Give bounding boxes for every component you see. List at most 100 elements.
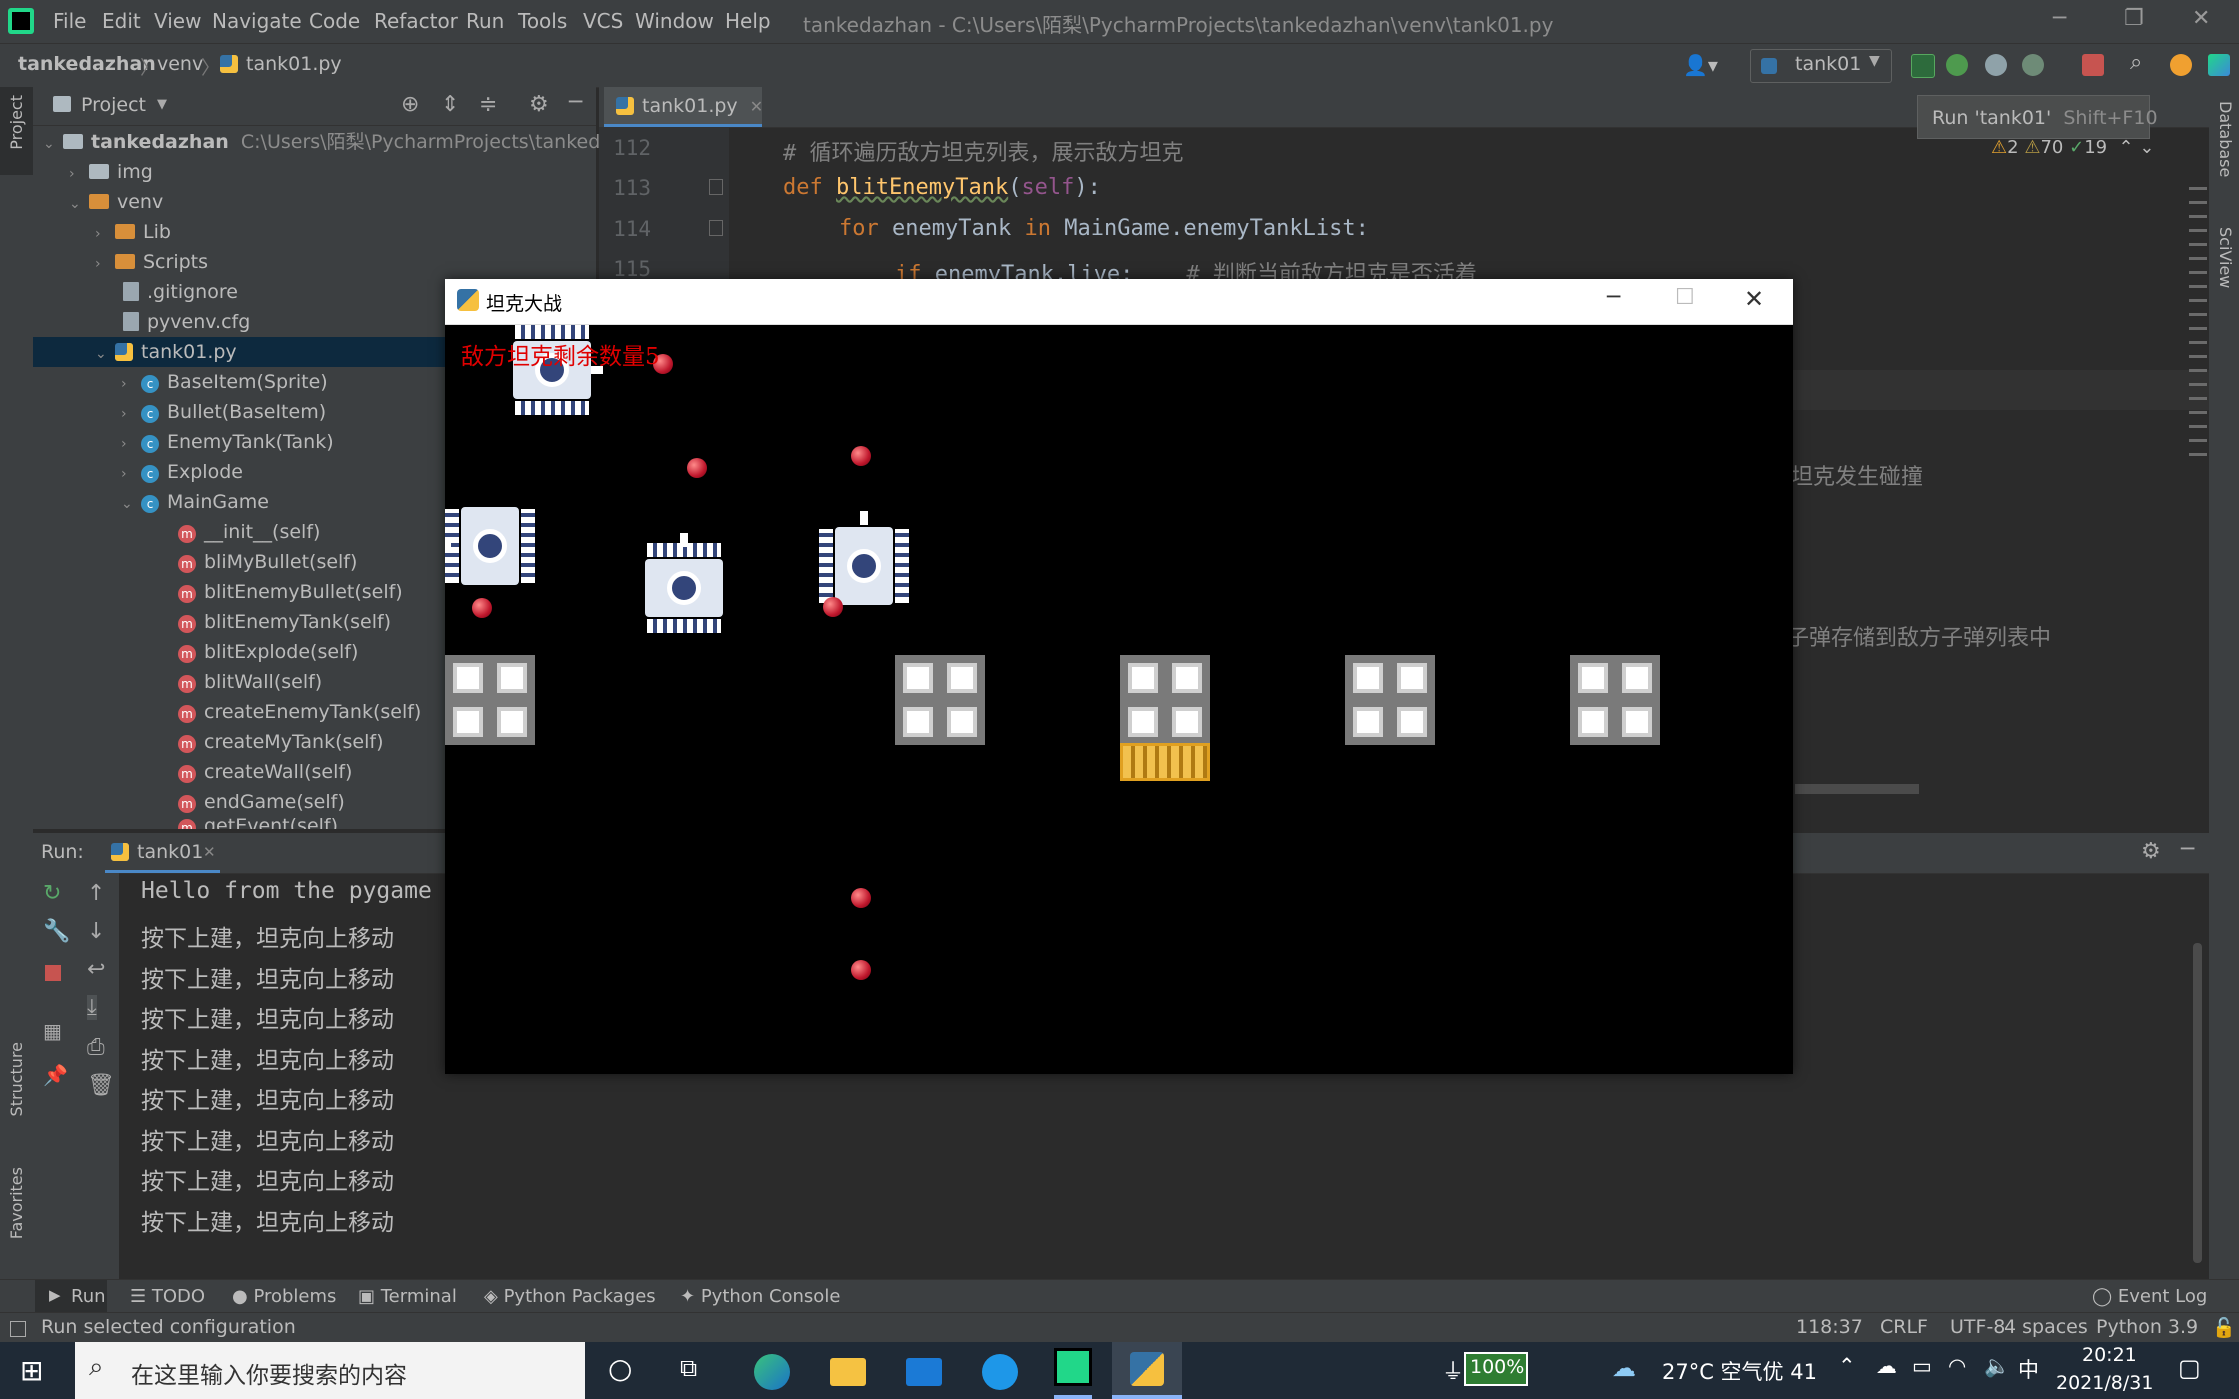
edge-icon[interactable] [754, 1354, 790, 1390]
tool-window-favorites[interactable]: Favorites [7, 1167, 26, 1239]
menu-window[interactable]: Window [635, 9, 714, 33]
game-canvas[interactable]: 敌方坦克剩余数量5 [445, 325, 1793, 1074]
close-tab-icon[interactable]: ✕ [203, 843, 216, 861]
wifi-icon[interactable]: ◠ [1948, 1354, 1966, 1378]
cortana-icon[interactable]: ○ [608, 1352, 632, 1385]
weather-widget[interactable]: 27°C 空气优 41 [1662, 1356, 1817, 1386]
code-line[interactable]: for enemyTank in MainGame.enemyTankList: [839, 216, 1369, 241]
profile-icon[interactable] [2022, 54, 2044, 76]
close-icon[interactable]: ✕ [1744, 285, 1764, 313]
browser-icon[interactable] [982, 1354, 1018, 1390]
python-interpreter[interactable]: Python 3.9 [2096, 1316, 2198, 1338]
code-line[interactable]: # 循环遍历敌方坦克列表，展示敌方坦克 [783, 135, 1184, 167]
hide-panel-icon[interactable]: ─ [569, 90, 582, 115]
menu-help[interactable]: Help [725, 9, 771, 33]
menu-refactor[interactable]: Refactor [374, 9, 458, 33]
rerun-icon[interactable] [1911, 54, 1935, 78]
onedrive-icon[interactable]: ☁ [1876, 1354, 1897, 1378]
scroll-to-end-icon[interactable]: ⤓ [87, 995, 97, 1020]
tool-python-console[interactable]: ✦ Python Console [680, 1286, 840, 1307]
pin-icon[interactable]: 📌 [43, 1063, 68, 1087]
tool-window-database[interactable]: Database [2216, 101, 2235, 177]
run-configuration-select[interactable]: tank01 ▼ [1750, 49, 1892, 83]
tool-window-structure[interactable]: Structure [7, 1042, 26, 1116]
chevron-down-icon[interactable]: ▼ [157, 97, 167, 112]
clock-time[interactable]: 20:21 [2082, 1344, 2137, 1366]
tool-window-sciview[interactable]: SciView [2216, 227, 2235, 288]
file-encoding[interactable]: UTF-8 [1950, 1316, 2005, 1338]
menu-tools[interactable]: Tools [518, 9, 567, 33]
maximize-icon[interactable]: ☐ [1675, 285, 1695, 310]
expand-all-icon[interactable]: ⇕ [441, 92, 459, 117]
inspection-widget[interactable]: ⚠2 ⚠70 ✓19 ⌃ ⌄ [1991, 137, 2154, 158]
rerun-icon[interactable]: ↻ [43, 881, 61, 906]
tool-window-project[interactable]: Project [0, 87, 33, 175]
minimize-icon[interactable]: ─ [1607, 285, 1620, 310]
search-icon[interactable]: ⌕ [2130, 50, 2142, 75]
notification-icon[interactable]: ▢ [2178, 1354, 2201, 1382]
tree-item-venv[interactable]: ⌄ venv [33, 187, 632, 217]
fold-icon[interactable] [709, 179, 723, 195]
collapse-all-icon[interactable]: ≑ [479, 92, 497, 117]
tool-python-packages[interactable]: ◈ Python Packages [484, 1286, 656, 1307]
breadcrumb-venv[interactable]: venv [157, 53, 203, 75]
project-view-select[interactable]: Project [81, 94, 146, 116]
restore-icon[interactable]: ❐ [2124, 6, 2144, 31]
pygame-window[interactable]: 坦克大战 ─ ☐ ✕ 敌方坦克剩余数量5 [445, 279, 1793, 1074]
run-tab-tank01[interactable]: tank01 ✕ [105, 833, 220, 873]
taskbar-search-box[interactable]: ⌕ 在这里输入你要搜索的内容 [75, 1342, 585, 1399]
menu-view[interactable]: View [154, 9, 201, 33]
soft-wrap-icon[interactable]: ↩ [87, 957, 105, 982]
gear-icon[interactable]: ⚙ [529, 92, 549, 117]
windows-start-icon[interactable]: ⊞ [20, 1354, 43, 1387]
chevron-up-icon[interactable]: ⌃ [1838, 1354, 1856, 1378]
gear-icon[interactable]: ⚙ [2141, 839, 2161, 864]
stop-icon[interactable] [2082, 54, 2104, 76]
fold-icon[interactable] [709, 220, 723, 236]
indent-setting[interactable]: 4 spaces [2004, 1316, 2088, 1338]
horizontal-scrollbar[interactable] [1795, 784, 1919, 794]
tree-root[interactable]: ⌄ tankedazhan C:\Users\陌梨\PycharmProjects… [33, 127, 658, 157]
tool-todo[interactable]: ☰ TODO [130, 1286, 205, 1307]
print-icon[interactable]: ⎙ [87, 1035, 105, 1060]
tree-item-lib[interactable]: › Lib [33, 217, 658, 247]
minimize-icon[interactable]: ─ [2053, 6, 2066, 31]
battery-indicator[interactable]: 100% [1464, 1352, 1528, 1386]
breadcrumb-file[interactable]: tank01.py [220, 53, 342, 75]
close-tab-icon[interactable]: ✕ [750, 97, 763, 116]
error-stripe[interactable] [2189, 187, 2207, 467]
code-line[interactable]: def blitEnemyTank(self): [783, 175, 1101, 200]
tool-event-log[interactable]: ◯ Event Log [2092, 1286, 2207, 1307]
update-icon[interactable] [2170, 54, 2192, 76]
close-icon[interactable]: ✕ [2192, 6, 2210, 31]
tool-problems[interactable]: ● Problems [232, 1286, 336, 1307]
arrow-up-icon[interactable]: ↑ [87, 881, 105, 906]
tree-item-scripts[interactable]: › Scripts [33, 247, 658, 277]
pygame-titlebar[interactable]: 坦克大战 ─ ☐ ✕ [445, 279, 1793, 325]
caret-position[interactable]: 118:37 [1796, 1316, 1863, 1338]
tool-run[interactable]: ▶ Run [35, 1280, 107, 1313]
tree-item-img[interactable]: › img [33, 157, 632, 187]
coverage-icon[interactable] [1985, 54, 2007, 76]
user-icon[interactable]: 👤▾ [1683, 53, 1718, 77]
arrow-down-icon[interactable]: ↓ [87, 919, 105, 944]
mail-icon[interactable] [906, 1358, 942, 1386]
stop-icon[interactable] [45, 965, 61, 981]
breadcrumb-project[interactable]: tankedazhan [18, 53, 156, 75]
line-separator[interactable]: CRLF [1880, 1316, 1928, 1338]
file-explorer-icon[interactable] [830, 1358, 866, 1386]
trash-icon[interactable]: 🗑 [87, 1073, 115, 1098]
ime-indicator[interactable]: 中 [2018, 1354, 2039, 1384]
menu-navigate[interactable]: Navigate [212, 9, 302, 33]
task-view-icon[interactable]: ⧉ [680, 1354, 697, 1382]
device-icon[interactable]: ▭ [1912, 1354, 1932, 1378]
menu-code[interactable]: Code [309, 9, 360, 33]
volume-icon[interactable]: 🔈 [1984, 1354, 2010, 1379]
wrench-icon[interactable]: 🔧 [43, 919, 70, 944]
toggle-tool-windows-icon[interactable] [10, 1321, 26, 1337]
menu-run[interactable]: Run [466, 9, 504, 33]
tool-terminal[interactable]: ▣ Terminal [358, 1286, 457, 1307]
pycharm-taskbar-icon[interactable] [1054, 1348, 1092, 1386]
plugin-icon[interactable] [2208, 54, 2230, 76]
pygame-taskbar-button[interactable] [1112, 1342, 1182, 1399]
